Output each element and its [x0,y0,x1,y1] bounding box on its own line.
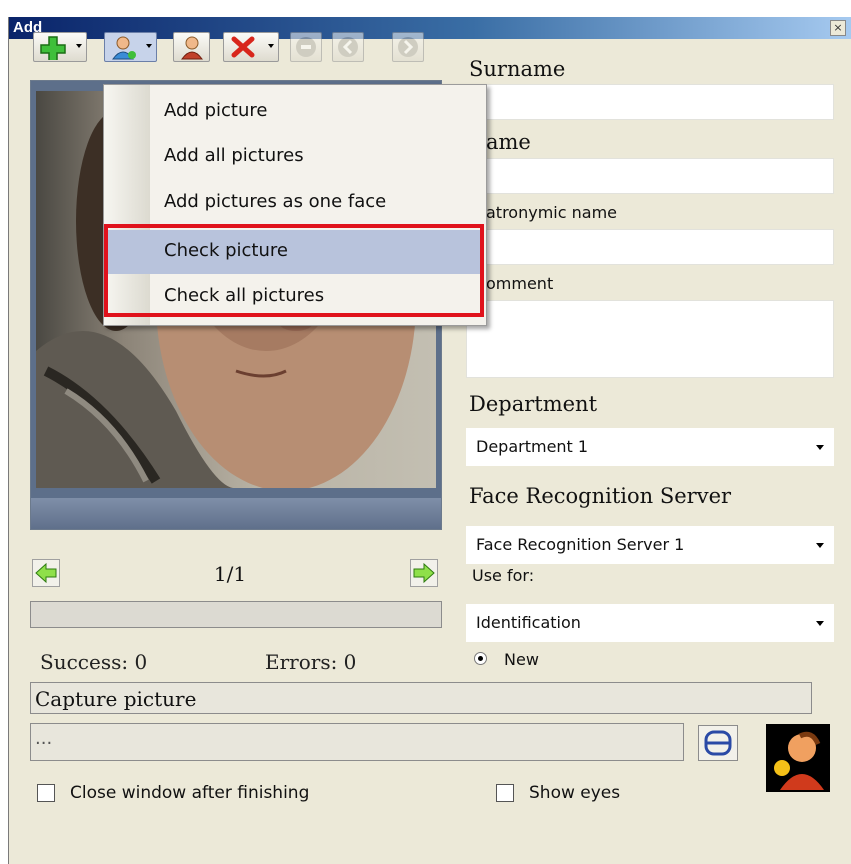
menu-item-add-picture[interactable]: Add picture [104,90,484,134]
stop-icon [296,37,316,57]
patronymic-label: atronymic name [486,203,617,222]
chevron-down-icon [76,44,82,48]
person-check-icon [181,36,203,60]
progress-bar [30,601,442,628]
use-for-select[interactable]: Identification [466,604,834,642]
success-count: Success: 0 [40,650,148,674]
add-plus-icon [40,36,66,60]
comment-label: omment [486,274,554,293]
chevron-down-icon [816,621,824,626]
close-window-checkbox[interactable] [37,784,55,802]
add-face-button[interactable] [104,32,157,62]
patronymic-field[interactable] [466,229,834,265]
chevron-down-icon [146,44,152,48]
menu-item-label: Add pictures as one face [164,191,387,212]
delete-button[interactable] [223,32,279,62]
server-value: Face Recognition Server 1 [476,535,685,554]
menu-item-label: Add picture [164,100,268,121]
capture-source[interactable]: Capture picture [30,682,812,714]
previous-picture-button[interactable] [32,559,60,587]
face-capture-icon [774,731,824,790]
comment-field[interactable] [466,300,834,378]
face-capture-button[interactable] [766,724,830,792]
new-radio-label: New [504,650,539,669]
forward-button[interactable] [392,32,424,62]
use-for-value: Identification [476,613,581,632]
name-label: ame [486,130,531,154]
menu-item-label: Add all pictures [164,145,304,166]
stop-button[interactable] [290,32,322,62]
new-radio[interactable] [474,652,487,665]
arrow-left-icon [35,562,57,584]
path-field[interactable]: ... [30,723,684,761]
back-button[interactable] [332,32,364,62]
menu-item-add-pictures-as-one-face[interactable]: Add pictures as one face [104,181,484,225]
server-label: Face Recognition Server [469,484,732,508]
show-eyes-label: Show eyes [529,783,621,803]
name-field[interactable] [466,158,834,194]
server-select[interactable]: Face Recognition Server 1 [466,526,834,564]
delete-x-icon [231,36,255,58]
close-button[interactable]: × [830,20,846,36]
menu-item-add-all-pictures[interactable]: Add all pictures [104,135,484,179]
department-label: Department [469,392,598,416]
surname-field[interactable] [466,84,834,120]
use-for-label: Use for: [472,566,535,585]
person-icon [112,36,136,60]
surname-label: Surname [469,57,566,81]
forward-icon [398,37,418,57]
show-eyes-checkbox[interactable] [496,784,514,802]
department-select[interactable]: Department 1 [466,428,834,466]
chevron-down-icon [816,445,824,450]
select-camera-button[interactable] [698,725,738,761]
camera-select-icon [704,730,732,756]
arrow-right-icon [413,562,435,584]
annotation-highlight-box [104,224,484,317]
department-value: Department 1 [476,437,589,456]
picture-counter: 1/1 [213,562,247,586]
path-value: ... [35,728,53,749]
photo-strip [31,498,441,529]
back-icon [338,37,358,57]
check-face-button[interactable] [173,32,210,62]
capture-label: Capture picture [35,687,197,711]
next-picture-button[interactable] [410,559,438,587]
chevron-down-icon [268,44,274,48]
close-window-label: Close window after finishing [70,783,310,803]
errors-count: Errors: 0 [265,650,357,674]
add-button[interactable] [33,32,87,62]
chevron-down-icon [816,543,824,548]
